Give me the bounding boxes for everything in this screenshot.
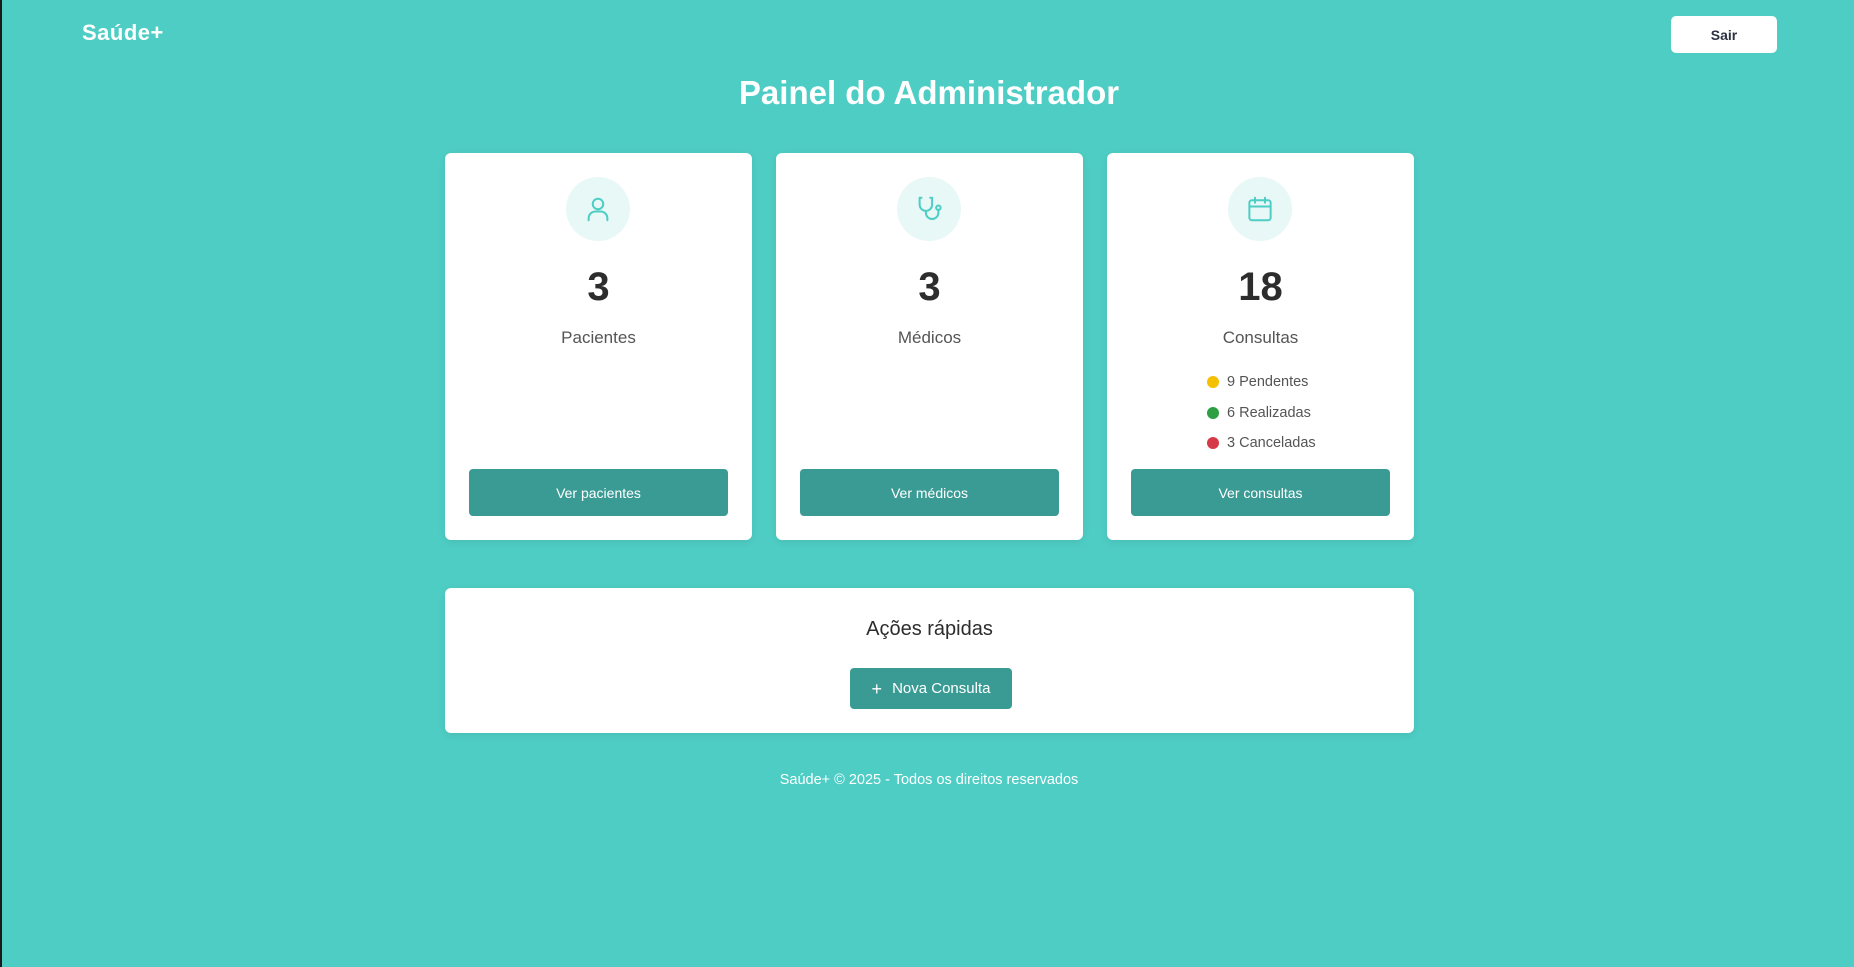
new-appointment-label: Nova Consulta	[892, 680, 991, 697]
status-pending-text: 9 Pendentes	[1227, 374, 1309, 391]
calendar-icon	[1228, 177, 1292, 241]
appointments-label: Consultas	[1222, 328, 1299, 347]
status-cancelled: 3 Canceladas	[1207, 428, 1316, 459]
status-dot-completed	[1207, 406, 1219, 419]
quick-actions-panel: Ações rápidas + Nova Consulta	[445, 588, 1414, 733]
status-pending: 9 Pendentes	[1207, 367, 1316, 398]
plus-icon: +	[871, 678, 883, 699]
top-navbar: Saúde+ Sair	[2, 0, 1854, 68]
status-completed: 6 Realizadas	[1207, 398, 1316, 429]
view-patients-button[interactable]: Ver pacientes	[469, 469, 728, 516]
page-title: Painel do Administrador	[738, 74, 1120, 111]
new-appointment-button[interactable]: + Nova Consulta	[850, 668, 1012, 709]
doctors-card: 3 Médicos Ver médicos	[776, 153, 1083, 540]
status-dot-cancelled	[1207, 437, 1219, 450]
view-appointments-button[interactable]: Ver consultas	[1131, 469, 1390, 516]
quick-actions-title: Ações rápidas	[866, 618, 993, 640]
appointment-status-list: 9 Pendentes 6 Realizadas 3 Canceladas	[1207, 367, 1316, 459]
patients-card: 3 Pacientes Ver pacientes	[445, 153, 752, 540]
logout-button[interactable]: Sair	[1671, 16, 1777, 53]
appointments-count: 18	[1238, 265, 1283, 309]
doctors-label: Médicos	[897, 328, 962, 347]
user-icon	[566, 177, 630, 241]
status-completed-text: 6 Realizadas	[1227, 404, 1311, 421]
status-dot-pending	[1207, 376, 1219, 389]
page-footer: Saúde+ © 2025 - Todos os direitos reserv…	[779, 772, 1079, 788]
view-doctors-button[interactable]: Ver médicos	[800, 469, 1059, 516]
stethoscope-icon	[897, 177, 961, 241]
status-cancelled-text: 3 Canceladas	[1227, 435, 1316, 452]
appointments-card: 18 Consultas 9 Pendentes 6 Realizadas 3 …	[1107, 153, 1414, 540]
app-logo[interactable]: Saúde+	[82, 20, 164, 46]
patients-count: 3	[587, 265, 610, 309]
patients-label: Pacientes	[561, 328, 636, 347]
doctors-count: 3	[918, 265, 941, 309]
